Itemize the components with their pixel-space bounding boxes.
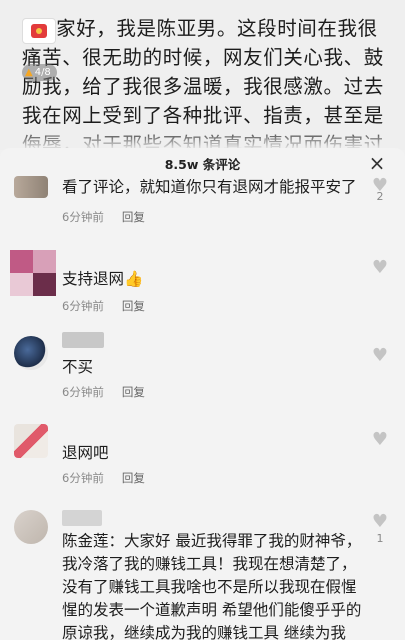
comment-time: 6分钟前 xyxy=(62,471,104,485)
comment-time: 6分钟前 xyxy=(62,210,104,224)
reply-button[interactable]: 回复 xyxy=(122,298,145,314)
comment-meta: 6分钟前 回复 xyxy=(62,470,145,486)
comment-text: 退网吧 xyxy=(62,444,109,462)
reply-button[interactable]: 回复 xyxy=(122,470,145,486)
post-counter-text: 4/8 xyxy=(34,67,51,78)
comment-time: 6分钟前 xyxy=(62,385,104,399)
avatar[interactable] xyxy=(10,250,56,296)
post-fade xyxy=(0,128,405,150)
username-blurred xyxy=(62,510,102,526)
comment-item: 不买 6分钟前 回复 ♥ xyxy=(0,328,405,400)
like-heart-icon[interactable]: ♥ xyxy=(368,512,392,532)
reply-button[interactable]: 回复 xyxy=(122,384,145,400)
comment-time: 6分钟前 xyxy=(62,299,104,313)
comment-panel: 8.5w 条评论 × 看了评论，就知道你只有退网才能报平安了 6分钟前 回复 ♥… xyxy=(0,148,405,640)
comment-text: 看了评论，就知道你只有退网才能报平安了 xyxy=(62,178,357,196)
comment-item: 支持退网👍 6分钟前 回复 ♥ xyxy=(0,238,405,313)
like-heart-icon[interactable]: ♥ xyxy=(368,430,392,450)
like-count: 2 xyxy=(376,190,384,203)
avatar[interactable] xyxy=(14,176,48,198)
close-icon[interactable]: × xyxy=(366,152,388,174)
comment-item: 退网吧 6分钟前 回复 ♥ xyxy=(0,418,405,498)
like-heart-icon[interactable]: ♥ xyxy=(368,346,392,366)
post-content: 大家好，我是陈亚男。这段时间在我很痛苦、很无助的时候，网友们关心我、鼓励我，给了… xyxy=(0,0,405,150)
avatar[interactable] xyxy=(14,424,48,458)
reply-button[interactable]: 回复 xyxy=(122,209,145,225)
avatar[interactable] xyxy=(14,336,48,370)
comment-meta: 6分钟前 回复 xyxy=(62,209,145,225)
fire-icon: ▲ xyxy=(25,67,33,78)
red-envelope-icon[interactable] xyxy=(22,18,56,44)
comment-panel-header: 8.5w 条评论 × xyxy=(0,148,405,176)
comment-item: 看了评论，就知道你只有退网才能报平安了 6分钟前 回复 ♥ 2 xyxy=(0,176,405,236)
avatar[interactable] xyxy=(14,510,48,544)
comment-meta: 6分钟前 回复 xyxy=(62,384,145,400)
comment-meta: 6分钟前 回复 xyxy=(62,298,145,314)
comment-text-body: 支持退网 xyxy=(62,270,125,288)
comment-text: 陈金莲：大家好 最近我得罪了我的财神爷，我冷落了我的赚钱工具！我现在想清楚了，没… xyxy=(62,532,362,640)
comment-text: 支持退网👍 xyxy=(62,268,362,291)
post-counter-badge: ▲ 4/8 xyxy=(22,64,57,81)
comment-item: 陈金莲：大家好 最近我得罪了我的财神爷，我冷落了我的赚钱工具！我现在想清楚了，没… xyxy=(0,504,405,640)
like-heart-icon[interactable]: ♥ xyxy=(368,258,392,278)
comment-text: 不买 xyxy=(62,358,94,376)
comment-count-title: 8.5w 条评论 xyxy=(164,157,241,172)
like-count: 1 xyxy=(376,532,384,545)
username-blurred xyxy=(62,332,104,348)
thumbs-up-emoji: 👍 xyxy=(124,270,144,288)
